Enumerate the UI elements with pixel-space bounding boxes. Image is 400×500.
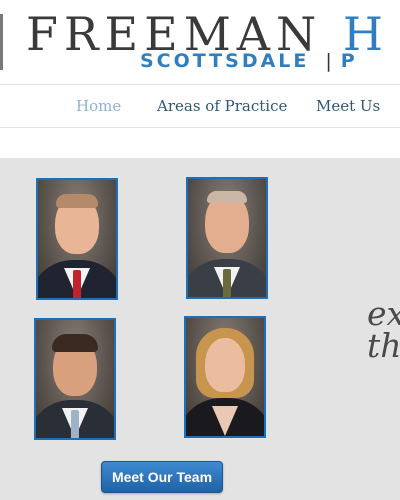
logo-location: SCOTTSDALE (140, 50, 310, 72)
team-section: exth Meet Our Team (0, 158, 400, 500)
attorney-photo-3[interactable] (34, 318, 116, 440)
meet-our-team-button[interactable]: Meet Our Team (101, 461, 223, 493)
portrait-tie (71, 410, 79, 438)
portrait-tie (223, 269, 231, 297)
logo-separator: | (325, 50, 335, 72)
tagline-line-2: th (367, 326, 400, 365)
nav-item-meet-us[interactable]: Meet Us (316, 97, 380, 115)
portrait-collar (212, 406, 238, 436)
portrait-hair (56, 194, 98, 208)
nav-item-home[interactable]: Home (76, 97, 121, 115)
portrait-face (205, 338, 245, 392)
portrait-hair (207, 191, 247, 203)
portrait-hair (52, 334, 98, 352)
attorney-photo-1[interactable] (36, 178, 118, 300)
attorney-photo-4[interactable] (184, 316, 266, 438)
logo-divider-bar (0, 14, 3, 70)
attorney-photo-2[interactable] (186, 177, 268, 299)
hero-tagline: exth (367, 297, 400, 365)
main-navigation: Home Areas of Practice Meet Us (0, 84, 400, 128)
logo-subtitle: SCOTTSDALE | P (140, 50, 358, 72)
nav-item-areas-of-practice[interactable]: Areas of Practice (157, 97, 287, 115)
logo-location-next: P (340, 50, 358, 72)
portrait-tie (73, 270, 81, 298)
site-header: FREEMAN H SCOTTSDALE | P (0, 0, 400, 84)
